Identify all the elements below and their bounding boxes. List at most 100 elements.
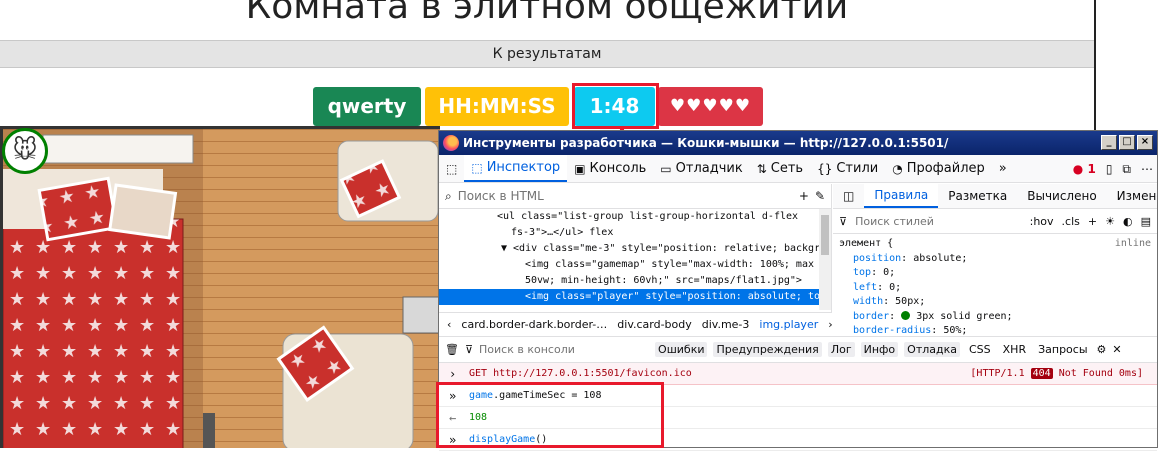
filter-debug[interactable]: Отладка <box>904 342 960 357</box>
eyedropper-icon[interactable]: ✎ <box>815 189 825 203</box>
styles-filter-input[interactable]: Поиск стилей <box>855 215 1022 228</box>
chevrons-right-icon: » <box>998 161 1007 176</box>
console-panel: 🗑 ⊽ Поиск в консоли Ошибки Предупреждени… <box>439 336 1157 451</box>
console-command-args: () <box>535 434 548 445</box>
http-status: [HTTP/1.1 404 Not Found 0ms] <box>970 368 1143 379</box>
filter-warnings[interactable]: Предупреждения <box>713 342 822 357</box>
inline-label: inline <box>1114 238 1151 249</box>
filter-icon: ⊽ <box>839 214 848 228</box>
time-format-badge: HH:MM:SS <box>425 87 569 126</box>
clear-console-icon[interactable]: 🗑 <box>445 343 459 356</box>
dock-icon[interactable]: ⧉ <box>1122 162 1131 177</box>
breadcrumb-item-active[interactable]: img.player <box>759 318 818 331</box>
filter-info[interactable]: Инфо <box>860 342 899 357</box>
tab-console[interactable]: ▣ Консоль <box>567 155 653 182</box>
tab-styles[interactable]: {} Стили <box>810 155 885 182</box>
tab-label: Сеть <box>770 161 804 176</box>
add-rule-icon[interactable]: + <box>1088 215 1097 228</box>
breadcrumb-item[interactable]: div.card-body <box>617 318 691 331</box>
console-filter-input[interactable]: Поиск в консоли <box>479 343 649 356</box>
toggle-sidebar-icon[interactable]: ◫ <box>833 184 864 208</box>
light-mode-icon[interactable]: ☀ <box>1105 215 1115 228</box>
breadcrumb-item[interactable]: card.border-dark.border-… <box>461 318 607 331</box>
error-count-badge[interactable]: ● 1 <box>1073 162 1096 176</box>
player-mouse-icon[interactable]: 🐭 <box>2 128 48 174</box>
tab-inspector[interactable]: ⬚ Инспектор <box>464 155 568 182</box>
tree-node-selected[interactable]: <img class="player" style="position: abs… <box>439 289 831 305</box>
tab-rules[interactable]: Правила <box>864 184 939 208</box>
css-declaration[interactable]: position: absolute; <box>839 252 1151 267</box>
tree-node[interactable]: 50vw; min-height: 60vh;" src="maps/flat1… <box>439 273 831 289</box>
tree-node[interactable]: <img class="gamemap" style="max-width: 1… <box>439 257 831 273</box>
maximize-button[interactable]: □ <box>1119 135 1135 150</box>
more-tabs-button[interactable]: » <box>992 155 1014 182</box>
tab-network[interactable]: ⇅ Сеть <box>750 155 810 182</box>
scrollbar-thumb[interactable] <box>821 215 829 255</box>
css-prop: position <box>853 252 902 264</box>
game-map[interactable]: ★ <box>0 126 440 448</box>
console-result-row: ← 108 <box>439 407 1157 429</box>
close-window-button[interactable]: × <box>1137 135 1153 150</box>
css-value: 0; <box>883 267 896 278</box>
results-link-bar[interactable]: К результатам <box>0 40 1094 68</box>
lives-badge: ♥♥♥♥♥ <box>658 87 763 126</box>
filter-requests[interactable]: Запросы <box>1035 342 1090 357</box>
devtools-window-title: Инструменты разработчика — Кошки-мышки —… <box>463 136 949 150</box>
status-code: 404 <box>1030 368 1053 379</box>
tree-node[interactable]: ▼ <div class="me-3" style="position: rel… <box>439 241 831 257</box>
tab-profiler[interactable]: ◔ Профайлер <box>885 155 992 182</box>
console-result-value: 108 <box>469 412 488 423</box>
css-value: 50%; <box>943 325 968 336</box>
close-console-icon[interactable]: ✕ <box>1112 343 1121 356</box>
tab-label: Инспектор <box>486 160 561 175</box>
tab-label: Отладчик <box>675 161 743 176</box>
cls-toggle[interactable]: .cls <box>1062 215 1080 228</box>
timer-badge: 1:48 <box>574 87 655 126</box>
hov-toggle[interactable]: :hov <box>1030 215 1054 228</box>
html-tree-scrollbar[interactable] <box>819 209 831 310</box>
breadcrumb-item[interactable]: div.me-3 <box>702 318 750 331</box>
filter-css[interactable]: CSS <box>966 342 994 357</box>
console-input-row[interactable]: » game.gameTimeSec = 108 <box>439 385 1157 407</box>
color-swatch-icon[interactable] <box>901 311 911 320</box>
inspector-icon: ⬚ <box>471 160 483 175</box>
result-arrow-icon: ← <box>449 410 457 425</box>
tab-debugger[interactable]: ▭ Отладчик <box>653 155 749 182</box>
devtools-toolbar-right: ● 1 ▯ ⧉ ⋯ <box>1072 155 1153 182</box>
tab-layout[interactable]: Разметка <box>938 184 1017 208</box>
css-prop: border <box>853 310 890 322</box>
pick-element-button[interactable]: ⬚ <box>439 155 464 182</box>
minimize-button[interactable]: _ <box>1101 135 1117 150</box>
tab-changes[interactable]: Изменения <box>1107 184 1157 208</box>
tree-node[interactable]: fs-3">…</ul> flex <box>439 225 831 241</box>
status-suffix: Not Found 0ms] <box>1052 368 1143 379</box>
profiler-icon: ◔ <box>892 161 903 176</box>
filter-log[interactable]: Лог <box>827 342 855 357</box>
prompt-chevron-icon: » <box>449 432 457 447</box>
tree-node[interactable]: <ul class="list-group list-group-horizon… <box>439 209 831 225</box>
more-options-icon[interactable]: ⋯ <box>1141 162 1153 176</box>
breadcrumb-forward-icon[interactable]: › <box>828 318 832 331</box>
console-settings-icon[interactable]: ⚙ <box>1097 343 1107 356</box>
rules-tabbar: ◫ Правила Разметка Вычислено Изменения <box>833 184 1157 209</box>
firefox-icon <box>443 135 459 151</box>
tab-computed[interactable]: Вычислено <box>1017 184 1106 208</box>
breadcrumb-back-icon[interactable]: ‹ <box>447 318 451 331</box>
html-search-input[interactable]: Поиск в HTML <box>458 189 793 203</box>
css-declaration[interactable]: border: 3px solid green; <box>839 310 1151 325</box>
css-prop: border-radius <box>853 325 932 336</box>
filter-xhr[interactable]: XHR <box>1000 342 1029 357</box>
css-declaration[interactable]: top: 0; <box>839 266 1151 281</box>
css-declaration[interactable]: left: 0; <box>839 281 1151 296</box>
add-node-icon[interactable]: + <box>799 189 809 203</box>
css-declaration[interactable]: width: 50px; <box>839 295 1151 310</box>
tab-label: Консоль <box>589 161 647 176</box>
css-value: 0; <box>889 281 902 293</box>
filter-errors[interactable]: Ошибки <box>655 342 708 357</box>
console-icon: ▣ <box>574 161 586 176</box>
print-media-icon[interactable]: ▤ <box>1141 215 1151 228</box>
split-console-icon[interactable]: ▯ <box>1106 162 1113 176</box>
dark-mode-icon[interactable]: ◐ <box>1123 215 1133 228</box>
styles-icon: {} <box>817 161 833 176</box>
console-error-row[interactable]: › GET http://127.0.0.1:5501/favicon.ico … <box>439 363 1157 385</box>
